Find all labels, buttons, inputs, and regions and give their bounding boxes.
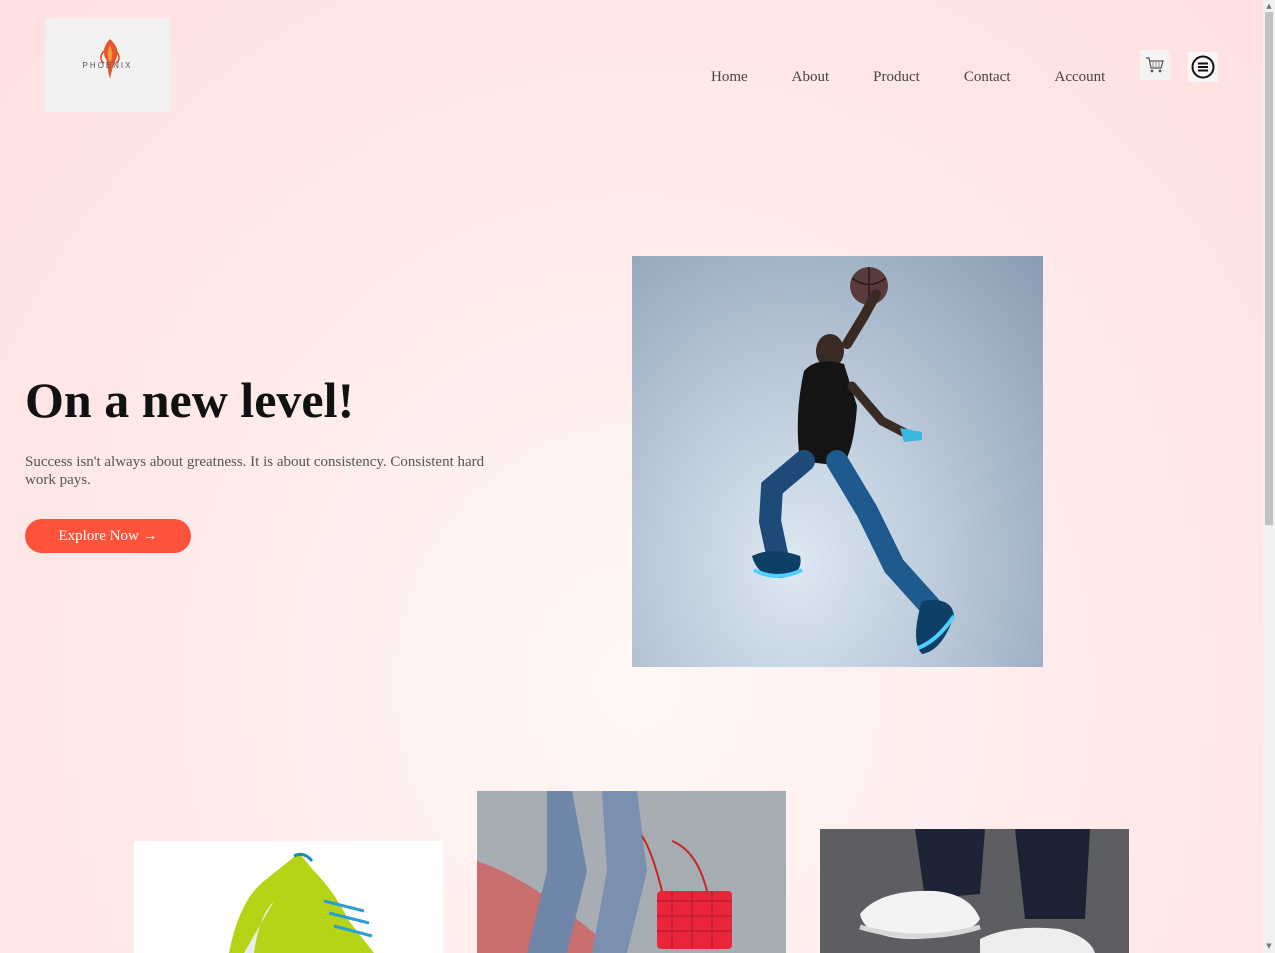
white-sneakers-illustration: [820, 829, 1129, 953]
explore-now-button[interactable]: Explore Now →: [25, 519, 191, 553]
nav-home[interactable]: Home: [689, 67, 770, 87]
red-handbag-image: [477, 791, 786, 953]
logo[interactable]: PHOENIX: [45, 18, 170, 112]
menu-glyph-icon: [1191, 55, 1215, 79]
hero-title: On a new level!: [25, 372, 355, 428]
scroll-thumb[interactable]: [1265, 12, 1273, 525]
green-sneaker-image: [134, 841, 443, 953]
white-sneakers-image: [820, 829, 1129, 953]
nav-product[interactable]: Product: [851, 67, 942, 87]
nav-account[interactable]: Account: [1033, 67, 1128, 87]
basketball-player-illustration: [752, 267, 956, 654]
basketball-player-image: [632, 256, 1043, 667]
cart-glyph-icon: [1146, 57, 1164, 73]
green-sneaker-illustration: [229, 852, 374, 953]
hero-text: Success isn't always about greatness. It…: [25, 454, 485, 488]
logo-mark: PHOENIX: [68, 35, 148, 95]
nav-about[interactable]: About: [770, 67, 852, 87]
page-scrollbar[interactable]: ▲ ▼: [1263, 0, 1275, 953]
main-nav: Home About Product Contact Account: [689, 67, 1127, 87]
red-handbag-illustration: [477, 791, 786, 953]
logo-text: PHOENIX: [82, 61, 133, 70]
nav-contact[interactable]: Contact: [942, 67, 1033, 87]
cart-icon[interactable]: [1140, 50, 1170, 80]
scroll-down-arrow-icon[interactable]: ▼: [1265, 942, 1273, 950]
scroll-up-arrow-icon[interactable]: ▲: [1265, 2, 1273, 10]
menu-icon[interactable]: [1188, 52, 1218, 82]
phoenix-bird-icon: [99, 39, 120, 79]
